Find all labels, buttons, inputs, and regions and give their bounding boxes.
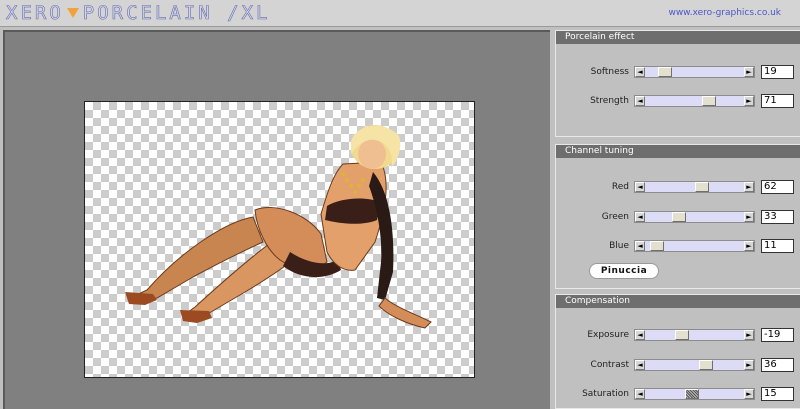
slider-thumb[interactable] — [699, 360, 713, 370]
slider-thumb[interactable] — [702, 96, 716, 106]
slider-right-arrow-icon[interactable]: ► — [744, 389, 754, 399]
panel-title: Porcelain effect — [556, 31, 800, 44]
channel-tuning-panel: Channel tuning Red ◄ ► 62 Green ◄ ► 33 B… — [555, 144, 800, 289]
logo-triangle-icon — [66, 8, 79, 18]
slider-left-arrow-icon[interactable]: ◄ — [635, 330, 645, 340]
slider-right-arrow-icon[interactable]: ► — [744, 67, 754, 77]
logo-text-product: PORCELAIN /XL — [82, 2, 271, 25]
slider-right-arrow-icon[interactable]: ► — [744, 212, 754, 222]
slider-left-arrow-icon[interactable]: ◄ — [635, 241, 645, 251]
slider-left-arrow-icon[interactable]: ◄ — [635, 182, 645, 192]
slider-thumb[interactable] — [650, 241, 664, 251]
slider-label: Exposure — [587, 330, 629, 340]
slider-label: Contrast — [590, 360, 629, 370]
slider-row-softness: Softness ◄ ► 19 — [556, 65, 800, 80]
slider-right-arrow-icon[interactable]: ► — [744, 241, 754, 251]
blue-slider[interactable]: ◄ ► — [634, 240, 755, 252]
logo-text-xero: XERO — [6, 2, 64, 25]
slider-label: Red — [611, 182, 629, 192]
preview-area — [3, 30, 550, 409]
exposure-value-field[interactable]: -19 — [761, 328, 794, 342]
slider-left-arrow-icon[interactable]: ◄ — [635, 389, 645, 399]
red-value-field[interactable]: 62 — [761, 180, 794, 194]
slider-label: Saturation — [582, 389, 629, 399]
red-slider[interactable]: ◄ ► — [634, 181, 755, 193]
slider-left-arrow-icon[interactable]: ◄ — [635, 212, 645, 222]
panel-title: Compensation — [556, 295, 800, 308]
slider-thumb[interactable] — [685, 389, 699, 399]
app-logo: XERO PORCELAIN /XL — [6, 2, 271, 25]
preview-canvas[interactable] — [84, 101, 475, 378]
green-slider[interactable]: ◄ ► — [634, 211, 755, 223]
compensation-panel: Compensation Exposure ◄ ► -19 Contrast ◄… — [555, 294, 800, 409]
saturation-value-field[interactable]: 15 — [761, 387, 794, 401]
slider-label: Blue — [609, 241, 629, 251]
website-link[interactable]: www.xero-graphics.co.uk — [668, 8, 781, 18]
saturation-slider[interactable]: ◄ ► — [634, 388, 755, 400]
slider-row-exposure: Exposure ◄ ► -19 — [556, 328, 800, 343]
contrast-slider[interactable]: ◄ ► — [634, 359, 755, 371]
slider-row-saturation: Saturation ◄ ► 15 — [556, 387, 800, 402]
slider-row-blue: Blue ◄ ► 11 — [556, 239, 800, 254]
slider-right-arrow-icon[interactable]: ► — [744, 96, 754, 106]
slider-thumb[interactable] — [675, 330, 689, 340]
green-value-field[interactable]: 33 — [761, 210, 794, 224]
slider-thumb[interactable] — [658, 67, 672, 77]
contrast-value-field[interactable]: 36 — [761, 358, 794, 372]
slider-left-arrow-icon[interactable]: ◄ — [635, 360, 645, 370]
softness-slider[interactable]: ◄ ► — [634, 66, 755, 78]
watermark-badge: Pinuccia — [589, 263, 659, 279]
slider-thumb[interactable] — [695, 182, 709, 192]
preview-image — [125, 125, 432, 329]
exposure-slider[interactable]: ◄ ► — [634, 329, 755, 341]
softness-value-field[interactable]: 19 — [761, 65, 794, 79]
strength-slider[interactable]: ◄ ► — [634, 95, 755, 107]
slider-right-arrow-icon[interactable]: ► — [744, 360, 754, 370]
slider-row-contrast: Contrast ◄ ► 36 — [556, 358, 800, 373]
slider-thumb[interactable] — [672, 212, 686, 222]
slider-label: Softness — [590, 67, 629, 77]
app-header: XERO PORCELAIN /XL www.xero-graphics.co.… — [0, 0, 800, 27]
porcelain-effect-panel: Porcelain effect Softness ◄ ► 19 Strengt… — [555, 30, 800, 137]
slider-left-arrow-icon[interactable]: ◄ — [635, 96, 645, 106]
slider-row-strength: Strength ◄ ► 71 — [556, 94, 800, 109]
slider-right-arrow-icon[interactable]: ► — [744, 330, 754, 340]
slider-label: Green — [601, 212, 629, 222]
blue-value-field[interactable]: 11 — [761, 239, 794, 253]
slider-row-green: Green ◄ ► 33 — [556, 210, 800, 225]
slider-row-red: Red ◄ ► 62 — [556, 180, 800, 195]
slider-left-arrow-icon[interactable]: ◄ — [635, 67, 645, 77]
slider-right-arrow-icon[interactable]: ► — [744, 182, 754, 192]
strength-value-field[interactable]: 71 — [761, 94, 794, 108]
slider-label: Strength — [590, 96, 629, 106]
panel-title: Channel tuning — [556, 145, 800, 158]
